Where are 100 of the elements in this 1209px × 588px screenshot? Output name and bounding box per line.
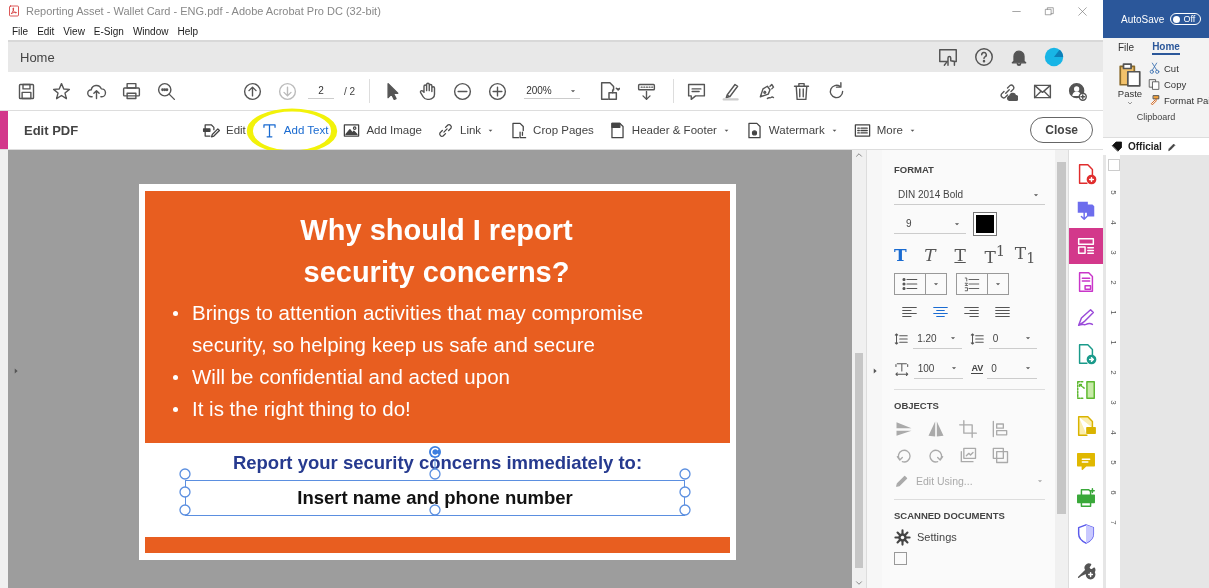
- add-user-icon[interactable]: [1067, 80, 1089, 102]
- menu-item[interactable]: Help: [177, 25, 199, 37]
- pencil-icon: [1166, 141, 1177, 152]
- crop-icon: [958, 418, 978, 439]
- search-icon[interactable]: [156, 80, 177, 102]
- ruler-number: 2: [1108, 369, 1118, 375]
- help-icon[interactable]: [973, 46, 995, 68]
- style-button[interactable]: T: [954, 244, 985, 265]
- avatar-icon[interactable]: [1043, 46, 1065, 68]
- page-total: / 2: [344, 85, 356, 97]
- tracking-dropdown[interactable]: 0: [987, 358, 1037, 379]
- autosave-label: AutoSave: [1121, 13, 1165, 25]
- cut-button[interactable]: Cut: [1148, 62, 1209, 75]
- copy-button[interactable]: Copy: [1148, 78, 1209, 91]
- style-button[interactable]: T: [894, 244, 925, 265]
- window-title: Reporting Asset - Wallet Card - ENG.pdf - Adobe Acrobat Pro DC (32-bit): [26, 5, 382, 17]
- ruler-number: 5: [1108, 189, 1118, 195]
- print-icon[interactable]: [121, 80, 142, 102]
- ruler-number: 5: [1108, 459, 1118, 465]
- bullet-list-button[interactable]: [894, 272, 947, 295]
- caret-icon: [1126, 99, 1134, 107]
- settings-button[interactable]: Settings: [894, 528, 1045, 546]
- heading: Why should I report security concerns?: [299, 213, 574, 290]
- ruler-number: 6: [1108, 489, 1118, 495]
- star-icon[interactable]: [51, 80, 72, 102]
- scissors-icon: [1148, 62, 1161, 75]
- line-spacing-dropdown[interactable]: 1.20: [913, 328, 962, 349]
- ruler-number: 3: [1108, 399, 1118, 405]
- toolbar-button[interactable]: Watermark: [744, 120, 839, 140]
- style-button[interactable]: T: [924, 244, 955, 265]
- page-number-field[interactable]: 2: [308, 83, 334, 99]
- ribbon-tab[interactable]: File: [1118, 41, 1135, 55]
- menu-item[interactable]: View: [63, 25, 85, 37]
- align-objects-icon: [990, 418, 1010, 439]
- menu-item[interactable]: Edit: [37, 25, 55, 37]
- group-label: Clipboard: [1135, 112, 1177, 122]
- toolbar-button[interactable]: Crop Pages: [509, 120, 594, 140]
- close-button[interactable]: Close: [1030, 117, 1093, 143]
- section-title: OBJECTS: [894, 399, 940, 411]
- organize-icon: [1075, 379, 1097, 401]
- bullet-icon: [173, 375, 178, 380]
- ruler-number: 1: [1108, 339, 1118, 345]
- settings-icon: [894, 528, 911, 546]
- menu-item[interactable]: E-Sign: [93, 25, 124, 37]
- tool-button[interactable]: [1068, 228, 1104, 264]
- paragraph-spacing-dropdown[interactable]: 0: [988, 328, 1037, 349]
- scrollbar[interactable]: [1055, 150, 1068, 588]
- size-dropdown[interactable]: 9: [894, 214, 966, 234]
- toolbar-button[interactable]: Add Image: [342, 120, 422, 140]
- bullet-icon: [173, 311, 178, 316]
- shield-icon: [1075, 523, 1097, 545]
- paintbrush-icon: [1148, 94, 1161, 107]
- numbered-list-icon: [963, 274, 981, 293]
- font-dropdown[interactable]: DIN 2014 Bold: [894, 185, 1045, 205]
- export-pdf-icon: [1075, 199, 1097, 221]
- report-text: Report your security concerns immediately to:: [231, 452, 644, 474]
- menu-item[interactable]: Window: [132, 25, 169, 37]
- scale-dropdown[interactable]: 100: [913, 358, 964, 379]
- copy-icon: [1148, 78, 1161, 91]
- ruler-number: 1: [1108, 309, 1118, 315]
- panel-title: Edit PDF: [24, 122, 80, 138]
- toolbar-button[interactable]: Edit: [202, 120, 246, 140]
- edit-pdf-icon: [1075, 235, 1097, 257]
- bullet-text: It is the right thing to do!: [192, 396, 411, 422]
- crop-icon: [509, 120, 529, 140]
- zoom-in-icon[interactable]: [487, 80, 509, 102]
- comment-bubble-icon: [1075, 451, 1097, 473]
- ribbon-tab[interactable]: Home: [1152, 41, 1180, 55]
- clipboard-icon: [1117, 62, 1143, 88]
- checkbox[interactable]: [894, 551, 907, 565]
- ruler-number: 3: [1108, 249, 1118, 255]
- scanner-icon: [1075, 487, 1097, 509]
- app-logo-icon: [8, 5, 20, 17]
- numbered-list-button[interactable]: [956, 272, 1009, 295]
- zoom-out-icon[interactable]: [452, 80, 474, 102]
- zoom-field[interactable]: 200%: [524, 83, 581, 99]
- section-title: SCANNED DOCUMENTS: [894, 509, 1006, 521]
- style-button[interactable]: T$^{1}$: [984, 243, 1015, 267]
- section-title: FORMAT: [894, 164, 935, 175]
- menu-item[interactable]: File: [12, 25, 29, 37]
- signature-icon: [1075, 307, 1097, 329]
- toolbar-button[interactable]: Header & Footer: [607, 120, 731, 140]
- ruler-number: 7: [1108, 519, 1118, 525]
- color-swatch[interactable]: [974, 213, 996, 235]
- bullet-text: Brings to attention activities that may compromise security, so helping keep us safe and secure: [192, 300, 645, 358]
- tag-icon: [1111, 140, 1123, 153]
- style-button[interactable]: T$_{1}$: [1014, 243, 1045, 267]
- tracking-label: AV: [971, 363, 984, 374]
- text-box[interactable]: Insert name and phone number: [185, 480, 685, 516]
- toolbar-button[interactable]: More: [852, 120, 917, 140]
- bullet-icon: [173, 407, 178, 412]
- sensitivity-label: Official: [1128, 141, 1162, 152]
- paste-button[interactable]: Paste: [1117, 62, 1143, 107]
- toolbar-button[interactable]: Link: [436, 120, 496, 140]
- page-icon[interactable]: [598, 80, 621, 102]
- ruler-number: 2: [1108, 279, 1118, 285]
- share-icon[interactable]: [937, 46, 959, 68]
- format-painter-button[interactable]: Format Pai: [1148, 94, 1209, 107]
- bullet-text: Will be confidential and acted upon: [192, 364, 510, 390]
- ruler-number: 4: [1108, 429, 1118, 435]
